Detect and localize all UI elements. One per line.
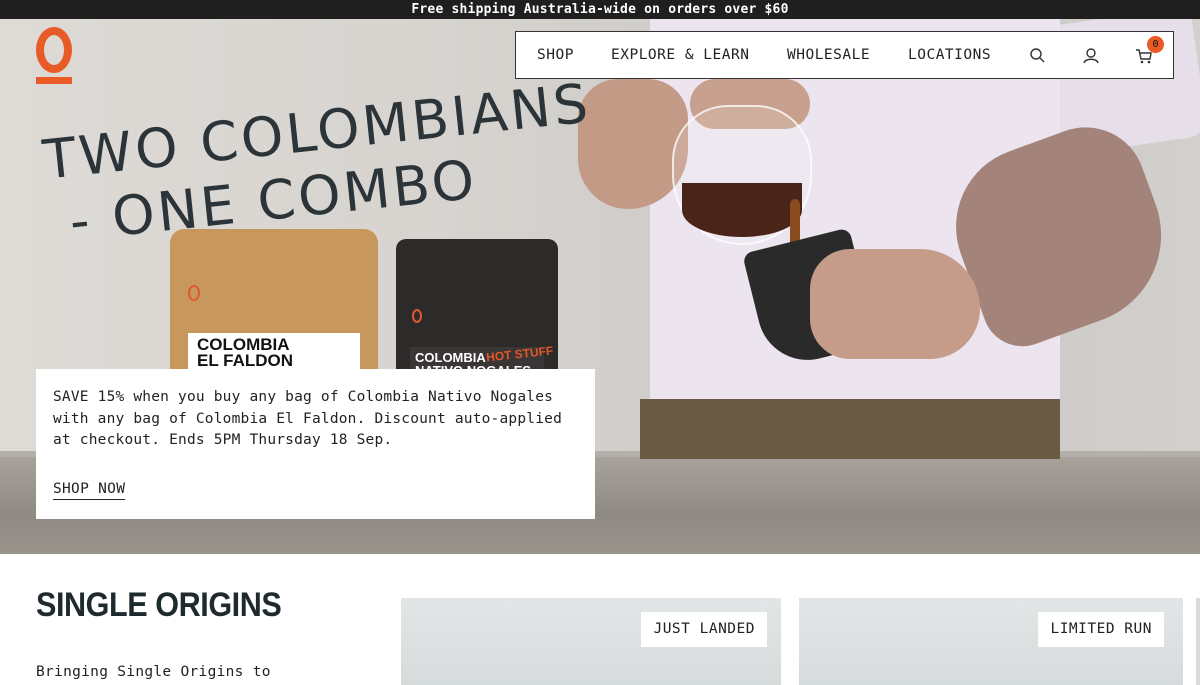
cart-count-badge: 0 <box>1147 36 1164 53</box>
hero-person-hand-right <box>810 249 980 359</box>
search-icon[interactable] <box>1028 46 1048 66</box>
product-card-edge <box>1196 598 1200 685</box>
nav-item-locations[interactable]: LOCATIONS <box>908 47 991 63</box>
promo-text: SAVE 15% when you buy any bag of Colombi… <box>53 389 562 448</box>
section-subtitle: Bringing Single Origins to <box>36 664 271 680</box>
bag-logo-icon <box>188 285 200 301</box>
bag-name: COLOMBIA EL FALDON <box>197 335 294 370</box>
product-card[interactable]: LIMITED RUN <box>799 598 1183 685</box>
nav-item-shop[interactable]: SHOP <box>537 47 574 63</box>
logo-ring <box>36 27 72 73</box>
hero-carafe-coffee <box>682 183 802 237</box>
section-title: SINGLE ORIGINS <box>36 586 282 624</box>
bag-logo-icon <box>412 309 422 323</box>
logo-bar <box>36 77 72 84</box>
brand-logo-icon[interactable] <box>36 27 72 85</box>
nav-item-explore-learn[interactable]: EXPLORE & LEARN <box>611 47 749 63</box>
product-card[interactable]: JUST LANDED <box>401 598 781 685</box>
hero-person-pants <box>640 399 1060 459</box>
announcement-text: Free shipping Australia-wide on orders o… <box>411 2 789 17</box>
nav-item-wholesale[interactable]: WHOLESALE <box>787 47 870 63</box>
promo-card: SAVE 15% when you buy any bag of Colombi… <box>36 369 595 519</box>
card-badge: LIMITED RUN <box>1038 612 1164 647</box>
main-navigation: SHOP EXPLORE & LEARN WHOLESALE LOCATIONS… <box>515 31 1174 79</box>
announcement-bar: Free shipping Australia-wide on orders o… <box>0 0 1200 19</box>
shop-now-link[interactable]: SHOP NOW <box>53 481 126 500</box>
card-badge: JUST LANDED <box>641 612 767 647</box>
account-icon[interactable] <box>1081 46 1101 66</box>
